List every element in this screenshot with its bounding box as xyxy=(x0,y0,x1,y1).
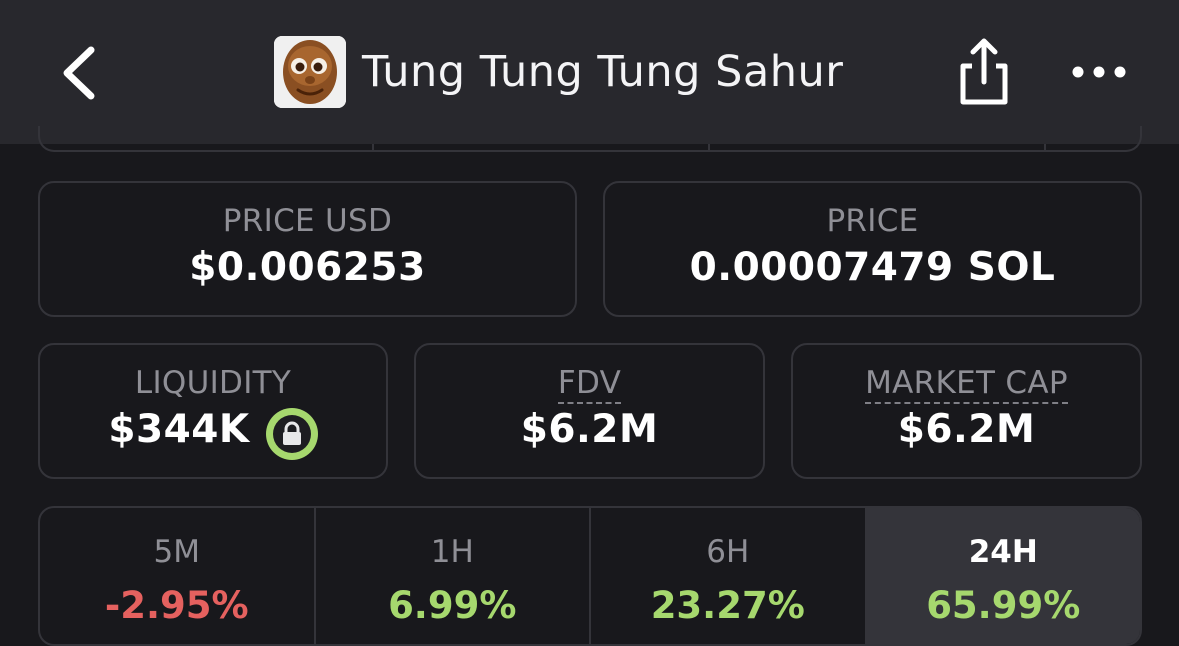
token-title: Tung Tung Tung Sahur xyxy=(362,47,844,97)
change-tab-1h[interactable]: 1H 6.99% xyxy=(316,508,591,644)
price-change-tabs: 5M -2.95% 1H 6.99% 6H 23.27% 24H 65.99% xyxy=(38,506,1142,646)
price-native-value: 0.00007479 SOL xyxy=(689,245,1056,290)
token-header: Tung Tung Tung Sahur xyxy=(274,36,843,108)
fdv-value: $6.2M xyxy=(520,407,659,452)
change-label: 1H xyxy=(430,534,474,570)
more-horizontal-icon xyxy=(1072,66,1126,78)
change-tab-5m[interactable]: 5M -2.95% xyxy=(40,508,316,644)
lock-icon xyxy=(282,421,301,445)
change-label: 5M xyxy=(153,534,200,570)
price-native-label: PRICE xyxy=(826,203,919,239)
liquidity-label: LIQUIDITY xyxy=(134,365,292,401)
liquidity-locked-badge[interactable] xyxy=(265,407,318,460)
price-usd-card: PRICE USD $0.006253 xyxy=(38,181,577,317)
market-cap-card[interactable]: MARKET CAP $6.2M xyxy=(791,343,1142,479)
token-avatar xyxy=(274,36,346,108)
market-cap-value: $6.2M xyxy=(897,407,1036,452)
change-value: 6.99% xyxy=(388,584,517,627)
chevron-left-icon xyxy=(63,46,95,100)
price-usd-label: PRICE USD xyxy=(222,203,393,239)
price-native-card: PRICE 0.00007479 SOL xyxy=(603,181,1142,317)
share-button[interactable] xyxy=(955,36,1013,108)
change-value: -2.95% xyxy=(104,584,249,627)
change-value: 65.99% xyxy=(926,584,1081,627)
change-label: 24H xyxy=(968,534,1038,570)
scrolled-info-row xyxy=(38,126,1142,152)
change-tab-24h[interactable]: 24H 65.99% xyxy=(866,508,1140,644)
liquidity-card: LIQUIDITY $344K xyxy=(38,343,388,479)
top-bar: Tung Tung Tung Sahur xyxy=(0,0,1179,144)
back-button[interactable] xyxy=(55,40,111,106)
market-cap-label[interactable]: MARKET CAP xyxy=(865,365,1068,404)
change-value: 23.27% xyxy=(650,584,805,627)
change-tab-6h[interactable]: 6H 23.27% xyxy=(591,508,867,644)
change-label: 6H xyxy=(706,534,750,570)
share-icon xyxy=(960,38,1008,105)
liquidity-value: $344K xyxy=(108,407,250,452)
more-button[interactable] xyxy=(1068,52,1130,92)
fdv-label[interactable]: FDV xyxy=(557,365,622,404)
price-usd-value: $0.006253 xyxy=(189,245,426,290)
fdv-card[interactable]: FDV $6.2M xyxy=(414,343,765,479)
